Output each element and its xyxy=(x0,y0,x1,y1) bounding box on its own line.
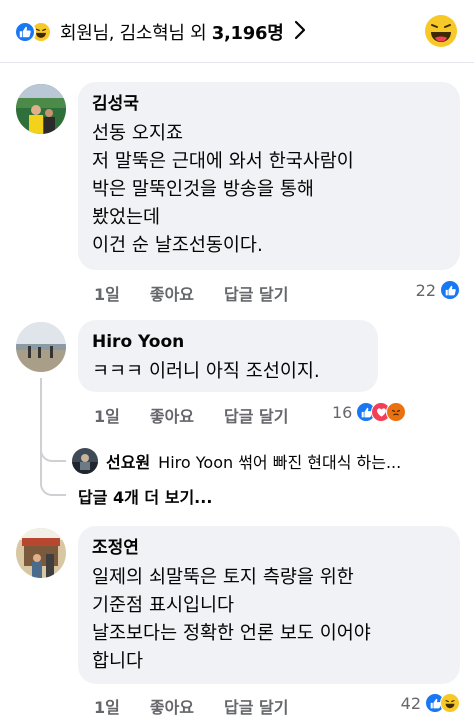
thread-connector xyxy=(40,440,66,462)
like-button[interactable]: 좋아요 xyxy=(150,694,194,718)
like-button[interactable]: 좋아요 xyxy=(150,403,194,427)
chevron-right-icon xyxy=(293,19,307,46)
reactions-summary[interactable]: 회원님, 김소혁님 외 3,196명 xyxy=(14,16,307,48)
comment-reactions[interactable]: 42 xyxy=(401,693,460,713)
reply-author[interactable]: 선요원 xyxy=(106,449,150,473)
reaction-count: 22 xyxy=(415,280,436,300)
comment-actions: 1일 좋아요 답글 달기 xyxy=(94,403,318,427)
comment-bubble: Hiro Yoon ㅋㅋㅋ 이러니 아직 조선이지. xyxy=(78,320,378,392)
comment-reactions[interactable]: 22 xyxy=(416,280,460,300)
reply-text: Hiro Yoon 썪어 빠진 현대식 하는... xyxy=(158,453,402,472)
avatar[interactable] xyxy=(16,528,66,578)
reaction-count: 16 xyxy=(332,402,353,422)
haha-reaction-icon[interactable] xyxy=(424,14,458,48)
comment-text: ㅋㅋㅋ 이러니 아직 조선이지. xyxy=(92,361,320,382)
comment-actions: 1일 좋아요 답글 달기 xyxy=(94,281,318,305)
comment-text: 선동 오지죠 저 말뚝은 근대에 와서 한국사람이 박은 말뚝인것을 방송을 통… xyxy=(92,123,354,256)
comment-author[interactable]: 조정연 xyxy=(92,536,446,560)
comment-author[interactable]: Hiro Yoon xyxy=(92,330,364,354)
avatar[interactable] xyxy=(16,322,66,372)
reaction-count: 42 xyxy=(400,693,421,713)
avatar[interactable] xyxy=(16,84,66,134)
comment-author[interactable]: 김성국 xyxy=(92,92,446,116)
reply-button[interactable]: 답글 달기 xyxy=(224,281,288,305)
view-more-replies-link[interactable]: 답글 4개 더 보기... xyxy=(78,484,212,508)
reply-button[interactable]: 답글 달기 xyxy=(224,694,288,718)
like-icon xyxy=(14,21,36,43)
reactions-names: 회원님, 김소혁님 외 3,196명 xyxy=(60,23,284,44)
reactions-count: 3,196명 xyxy=(211,23,284,44)
angry-icon xyxy=(386,402,407,422)
like-button[interactable]: 좋아요 xyxy=(150,281,194,305)
reply-preview[interactable]: 선요원 Hiro Yoon 썪어 빠진 현대식 하는... xyxy=(72,447,462,475)
comment-bubble: 조정연 일제의 쇠말뚝은 토지 측량을 위한 기준점 표시입니다 날조보다는 정… xyxy=(78,526,460,684)
comment-actions: 1일 좋아요 답글 달기 xyxy=(94,694,318,718)
comment-time[interactable]: 1일 xyxy=(94,694,120,718)
comment-bubble: 김성국 선동 오지죠 저 말뚝은 근대에 와서 한국사람이 박은 말뚝인것을 방… xyxy=(78,82,460,270)
haha-icon xyxy=(440,693,460,713)
comment-time[interactable]: 1일 xyxy=(94,403,120,427)
like-icon xyxy=(440,280,460,300)
thread-connector xyxy=(40,460,66,496)
reply-button[interactable]: 답글 달기 xyxy=(224,403,288,427)
comment-time[interactable]: 1일 xyxy=(94,281,120,305)
divider xyxy=(0,62,474,63)
comment-text: 일제의 쇠말뚝은 토지 측량을 위한 기준점 표시입니다 날조보다는 정확한 언… xyxy=(92,567,371,672)
reply-avatar[interactable] xyxy=(72,448,98,474)
comment-reactions[interactable]: 16 xyxy=(332,402,407,422)
